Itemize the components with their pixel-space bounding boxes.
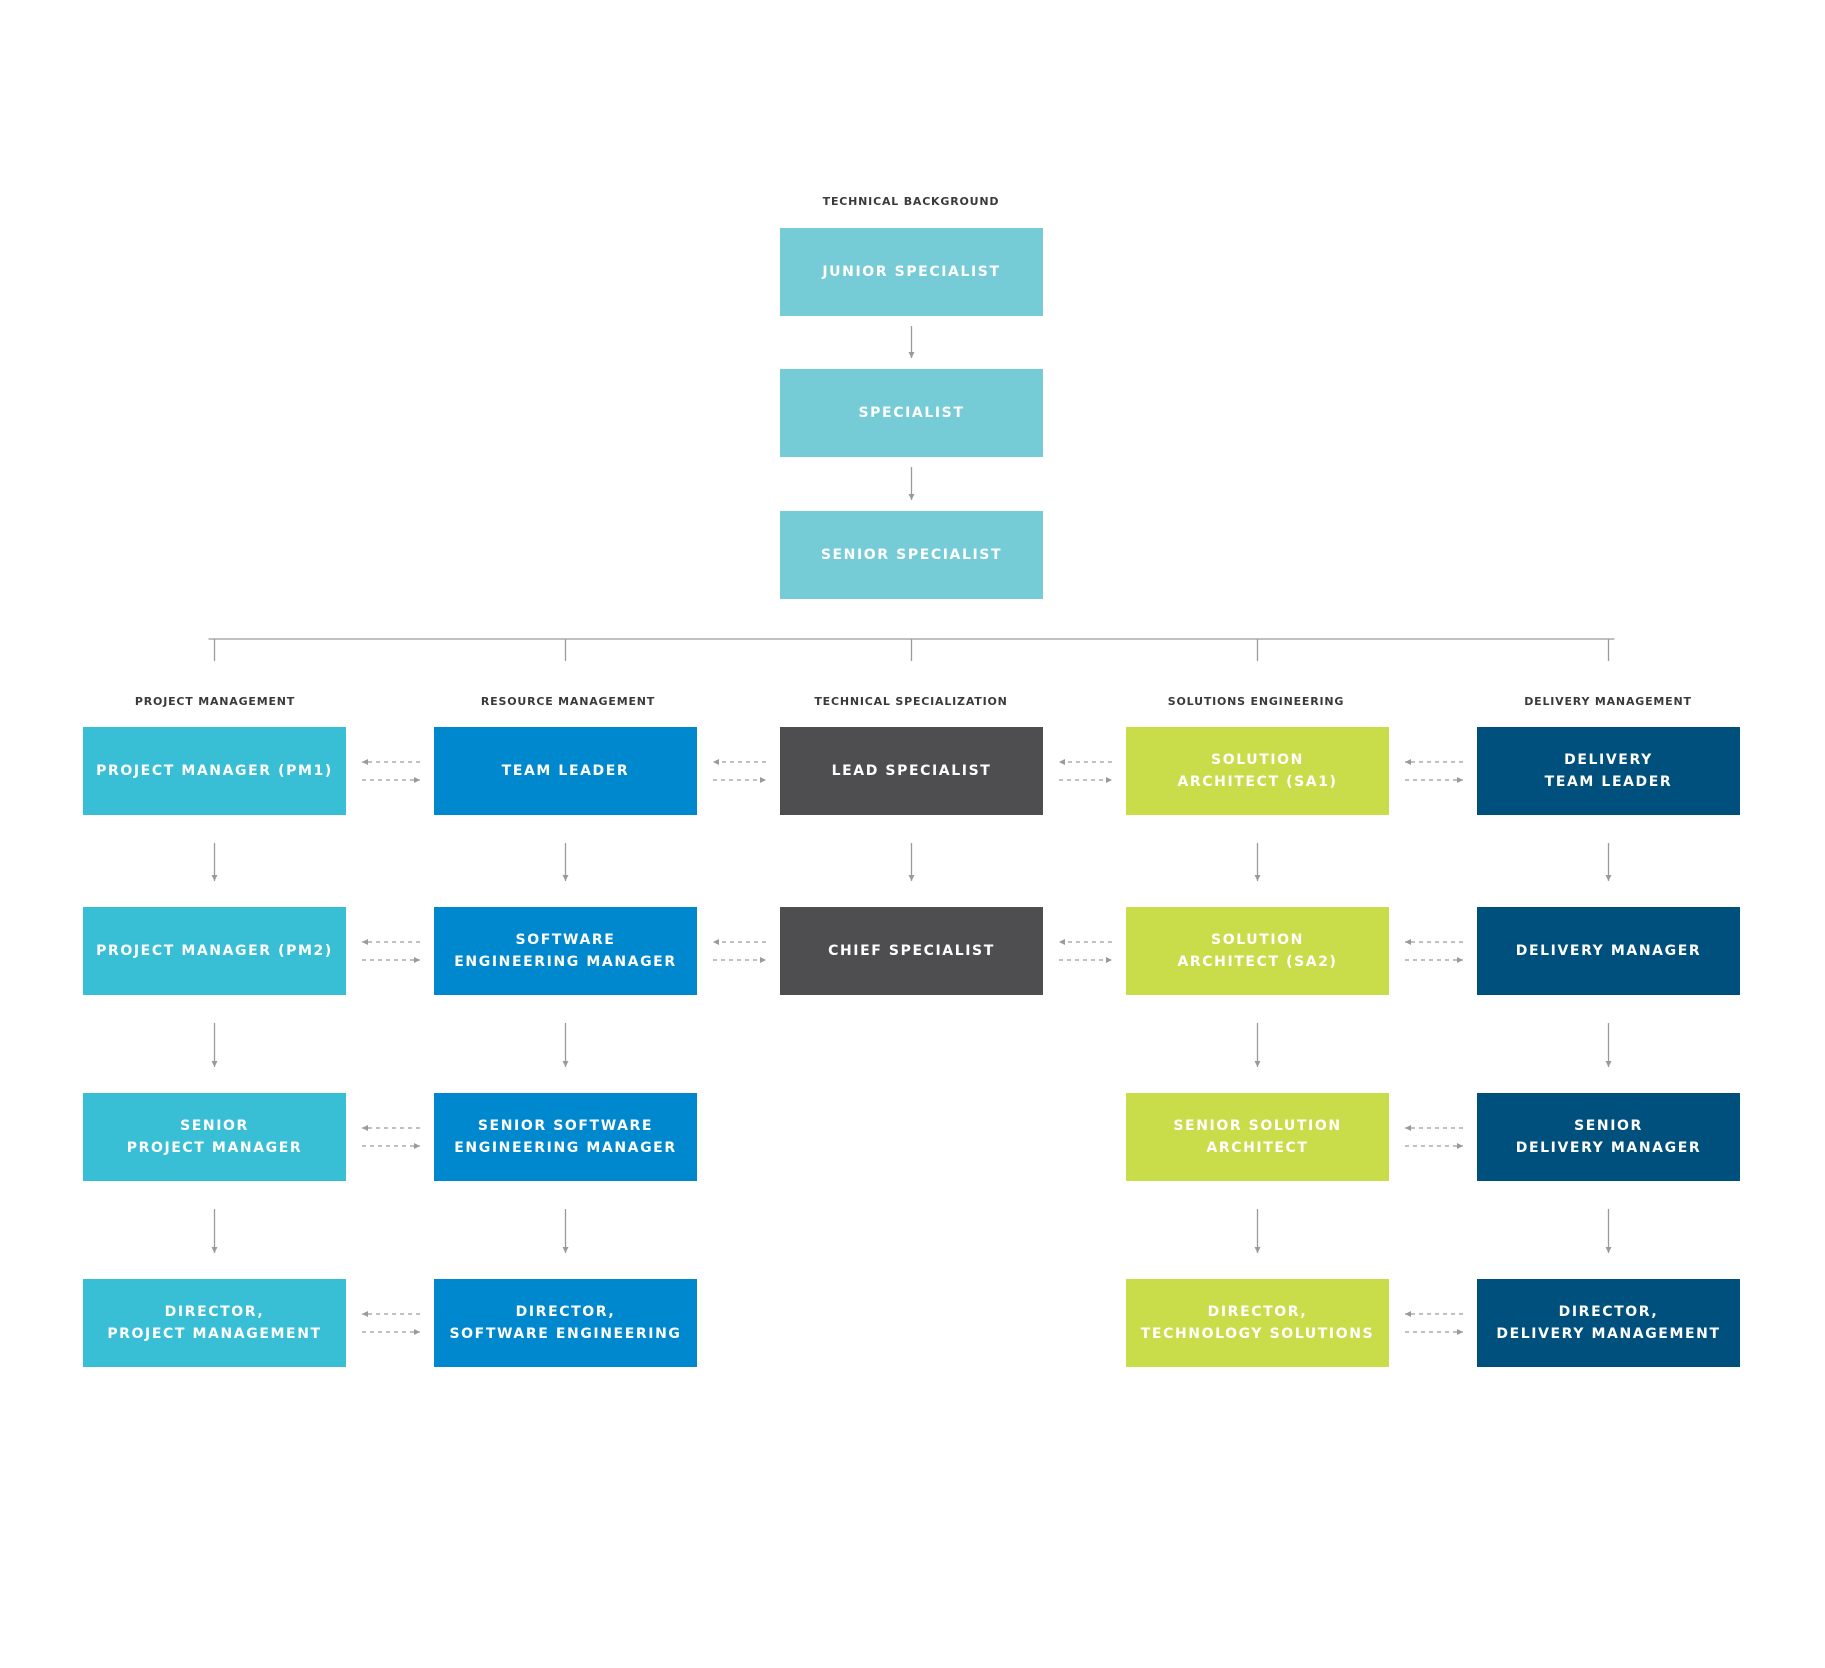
box-team-leader[interactable]: TEAM LEADER <box>434 727 697 815</box>
box-project-manager-pm2[interactable]: PROJECT MANAGER (PM2) <box>83 907 346 995</box>
box-director-project-management[interactable]: DIRECTOR, PROJECT MANAGEMENT <box>83 1279 346 1367</box>
box-label: DIRECTOR, DELIVERY MANAGEMENT <box>1496 1304 1721 1342</box>
box-label: PROJECT MANAGER (PM1) <box>96 763 333 779</box>
box-label: DIRECTOR, SOFTWARE ENGINEERING <box>449 1304 682 1342</box>
box-chief-specialist[interactable]: CHIEF SPECIALIST <box>780 907 1043 995</box>
box-label: SOFTWARE ENGINEERING MANAGER <box>454 932 677 970</box>
column-title-project-management: PROJECT MANAGEMENT <box>134 695 296 708</box>
box-label: DELIVERY TEAM LEADER <box>1544 752 1673 790</box>
box-label: SENIOR DELIVERY MANAGER <box>1515 1118 1702 1156</box>
box-label: SENIOR SPECIALIST <box>820 547 1003 563</box>
box-label: TEAM LEADER <box>501 763 630 779</box>
box-label: SENIOR SOFTWARE ENGINEERING MANAGER <box>454 1118 677 1156</box>
box-lead-specialist[interactable]: LEAD SPECIALIST <box>780 727 1043 815</box>
box-director-delivery-management[interactable]: DIRECTOR, DELIVERY MANAGEMENT <box>1477 1279 1740 1367</box>
column-title-technical-specialization: TECHNICAL SPECIALIZATION <box>814 695 1008 708</box>
box-label: JUNIOR SPECIALIST <box>822 264 1001 280</box>
box-label: SENIOR PROJECT MANAGER <box>126 1118 303 1156</box>
top-title: TECHNICAL BACKGROUND <box>822 195 1000 208</box>
box-label: DELIVERY MANAGER <box>1515 943 1702 959</box>
box-label: SENIOR SOLUTION ARCHITECT <box>1173 1118 1342 1156</box>
box-label: PROJECT MANAGER (PM2) <box>96 943 333 959</box>
box-specialist[interactable]: SPECIALIST <box>780 369 1043 457</box>
box-label: DIRECTOR, TECHNOLOGY SOLUTIONS <box>1140 1304 1375 1342</box>
box-senior-software-engineering-manager[interactable]: SENIOR SOFTWARE ENGINEERING MANAGER <box>434 1093 697 1181</box>
box-solution-architect-sa1[interactable]: SOLUTION ARCHITECT (SA1) <box>1126 727 1389 815</box>
box-delivery-manager[interactable]: DELIVERY MANAGER <box>1477 907 1740 995</box>
box-label: SOLUTION ARCHITECT (SA2) <box>1177 932 1338 970</box>
box-delivery-team-leader[interactable]: DELIVERY TEAM LEADER <box>1477 727 1740 815</box>
box-senior-specialist[interactable]: SENIOR SPECIALIST <box>780 511 1043 599</box>
column-title-solutions-engineering: SOLUTIONS ENGINEERING <box>1167 695 1345 708</box>
box-software-engineering-manager[interactable]: SOFTWARE ENGINEERING MANAGER <box>434 907 697 995</box>
box-label: SOLUTION ARCHITECT (SA1) <box>1177 752 1338 790</box>
box-senior-solution-architect[interactable]: SENIOR SOLUTION ARCHITECT <box>1126 1093 1389 1181</box>
box-label: LEAD SPECIALIST <box>831 763 992 779</box>
box-senior-delivery-manager[interactable]: SENIOR DELIVERY MANAGER <box>1477 1093 1740 1181</box>
box-label: CHIEF SPECIALIST <box>828 943 995 959</box>
box-senior-project-manager[interactable]: SENIOR PROJECT MANAGER <box>83 1093 346 1181</box>
box-label: SPECIALIST <box>858 405 965 421</box>
column-title-resource-management: RESOURCE MANAGEMENT <box>480 695 656 708</box>
box-director-technology-solutions[interactable]: DIRECTOR, TECHNOLOGY SOLUTIONS <box>1126 1279 1389 1367</box>
box-director-software-engineering[interactable]: DIRECTOR, SOFTWARE ENGINEERING <box>434 1279 697 1367</box>
box-project-manager-pm1[interactable]: PROJECT MANAGER (PM1) <box>83 727 346 815</box>
column-title-delivery-management: DELIVERY MANAGEMENT <box>1524 695 1692 708</box>
box-label: DIRECTOR, PROJECT MANAGEMENT <box>107 1304 322 1342</box>
box-solution-architect-sa2[interactable]: SOLUTION ARCHITECT (SA2) <box>1126 907 1389 995</box>
box-junior-specialist[interactable]: JUNIOR SPECIALIST <box>780 228 1043 316</box>
